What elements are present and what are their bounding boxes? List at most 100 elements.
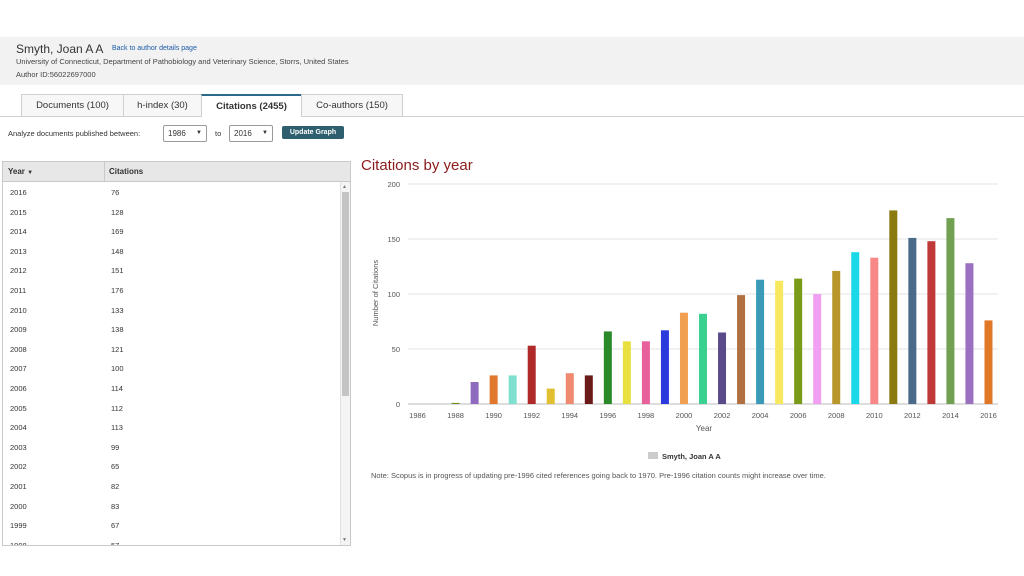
table-scrollbar[interactable]: ▲ ▼ <box>340 182 350 545</box>
table-row: 2002 65 <box>3 456 341 476</box>
bar-2010[interactable] <box>870 257 879 404</box>
bar-2005[interactable] <box>775 280 784 404</box>
table-row: 2003 99 <box>3 437 341 457</box>
author-affiliation: University of Connecticut, Department of… <box>16 57 349 66</box>
y-tick-label: 100 <box>387 290 400 299</box>
bar-1993[interactable] <box>546 388 555 404</box>
x-tick-label: 1986 <box>409 411 426 420</box>
bar-2007[interactable] <box>813 294 822 404</box>
row-citations: 83 <box>111 501 120 511</box>
row-year: 2008 <box>10 344 27 354</box>
bar-2001[interactable] <box>699 313 707 404</box>
row-citations: 138 <box>111 325 124 335</box>
table-row: 2006 114 <box>3 378 341 398</box>
row-year: 2004 <box>10 423 27 433</box>
table-row: 2004 113 <box>3 417 341 437</box>
bar-2009[interactable] <box>851 252 860 404</box>
scroll-up-icon[interactable]: ▲ <box>342 184 347 190</box>
x-tick-label: 2006 <box>790 411 807 420</box>
update-graph-button[interactable]: Update Graph <box>282 126 344 139</box>
table-row: 2001 82 <box>3 476 341 496</box>
bar-2008[interactable] <box>832 270 841 404</box>
row-year: 2002 <box>10 462 27 472</box>
row-year: 1999 <box>10 521 27 531</box>
bar-2006[interactable] <box>794 278 803 404</box>
table-row: 2011 176 <box>3 280 341 300</box>
bar-2015[interactable] <box>965 263 974 404</box>
row-year: 2016 <box>10 188 27 197</box>
row-citations: 100 <box>111 364 124 374</box>
tab-co-authors[interactable]: Co-authors (150) <box>301 94 403 116</box>
row-year: 2014 <box>10 227 27 237</box>
row-citations: 133 <box>111 305 124 315</box>
bar-2016[interactable] <box>984 320 993 404</box>
x-axis-label: Year <box>696 424 713 433</box>
y-tick-label: 150 <box>387 235 400 244</box>
legend-swatch <box>648 452 658 459</box>
row-citations: 151 <box>111 266 124 276</box>
column-divider <box>104 162 105 181</box>
bar-1997[interactable] <box>622 341 631 404</box>
bar-2002[interactable] <box>718 332 727 405</box>
table-row: 1998 57 <box>3 535 341 546</box>
row-citations: 57 <box>111 540 120 546</box>
row-year: 2012 <box>10 266 27 276</box>
bar-2000[interactable] <box>679 312 688 404</box>
bar-1996[interactable] <box>603 331 612 404</box>
table-row: 2000 83 <box>3 496 341 516</box>
row-year: 2009 <box>10 325 27 335</box>
citations-table: Year ▼ Citations 2016 76 2015 128 2014 169 201… <box>2 161 351 546</box>
bar-2012[interactable] <box>908 237 917 404</box>
to-year-value: 2016 <box>234 129 252 138</box>
tab-citations[interactable]: Citations (2455) <box>201 94 302 117</box>
sort-down-icon: ▼ <box>27 170 34 176</box>
bar-2004[interactable] <box>756 279 765 404</box>
to-year-select[interactable]: 2016 ▼ <box>229 125 273 142</box>
chevron-down-icon: ▼ <box>262 130 268 136</box>
scroll-down-icon[interactable]: ▼ <box>342 537 347 543</box>
bar-1990[interactable] <box>489 375 498 404</box>
chevron-down-icon: ▼ <box>196 130 202 136</box>
row-citations: 112 <box>111 403 123 413</box>
row-year: 2006 <box>10 383 27 393</box>
bar-1994[interactable] <box>565 373 574 404</box>
year-column-header[interactable]: Year ▼ <box>8 167 33 176</box>
bar-1992[interactable] <box>527 345 536 404</box>
bar-2003[interactable] <box>737 295 746 404</box>
tab-documents[interactable]: Documents (100) <box>21 94 124 116</box>
row-citations: 148 <box>111 246 124 256</box>
table-row: 2015 128 <box>3 202 341 222</box>
bar-1988[interactable] <box>451 402 460 404</box>
row-citations: 65 <box>111 462 120 472</box>
scrollbar-thumb[interactable] <box>342 192 349 396</box>
bar-2014[interactable] <box>946 218 955 404</box>
bar-1991[interactable] <box>508 375 517 404</box>
bar-1999[interactable] <box>660 330 669 404</box>
table-row: 2005 112 <box>3 398 341 418</box>
row-citations: 82 <box>111 481 120 491</box>
tab-bar-divider <box>0 116 1024 117</box>
row-year: 2013 <box>10 246 27 256</box>
citations-column-header[interactable]: Citations <box>109 167 143 176</box>
tab-h-index[interactable]: h-index (30) <box>123 94 202 116</box>
back-to-author-link[interactable]: Back to author details page <box>112 45 197 52</box>
table-row: 2007 100 <box>3 358 341 378</box>
author-name: Smyth, Joan A A <box>16 42 104 56</box>
bar-2013[interactable] <box>927 241 936 404</box>
row-year: 2010 <box>10 305 27 315</box>
row-year: 2001 <box>10 481 27 491</box>
table-row: 2010 133 <box>3 300 341 320</box>
y-tick-label: 0 <box>396 400 400 409</box>
x-tick-label: 2000 <box>676 411 693 420</box>
bar-1989[interactable] <box>470 382 479 404</box>
x-tick-label: 1996 <box>599 411 616 420</box>
row-citations: 128 <box>111 207 124 217</box>
bar-2011[interactable] <box>889 210 898 404</box>
x-tick-label: 1988 <box>447 411 464 420</box>
x-tick-label: 1994 <box>561 411 578 420</box>
bar-1998[interactable] <box>641 341 650 404</box>
bar-1995[interactable] <box>584 375 593 404</box>
from-year-select[interactable]: 1986 ▼ <box>163 125 207 142</box>
table-row: 2016 76 <box>3 182 341 202</box>
table-rows: 2016 76 2015 128 2014 169 2013 148 2012 151 2011 17… <box>3 182 341 546</box>
